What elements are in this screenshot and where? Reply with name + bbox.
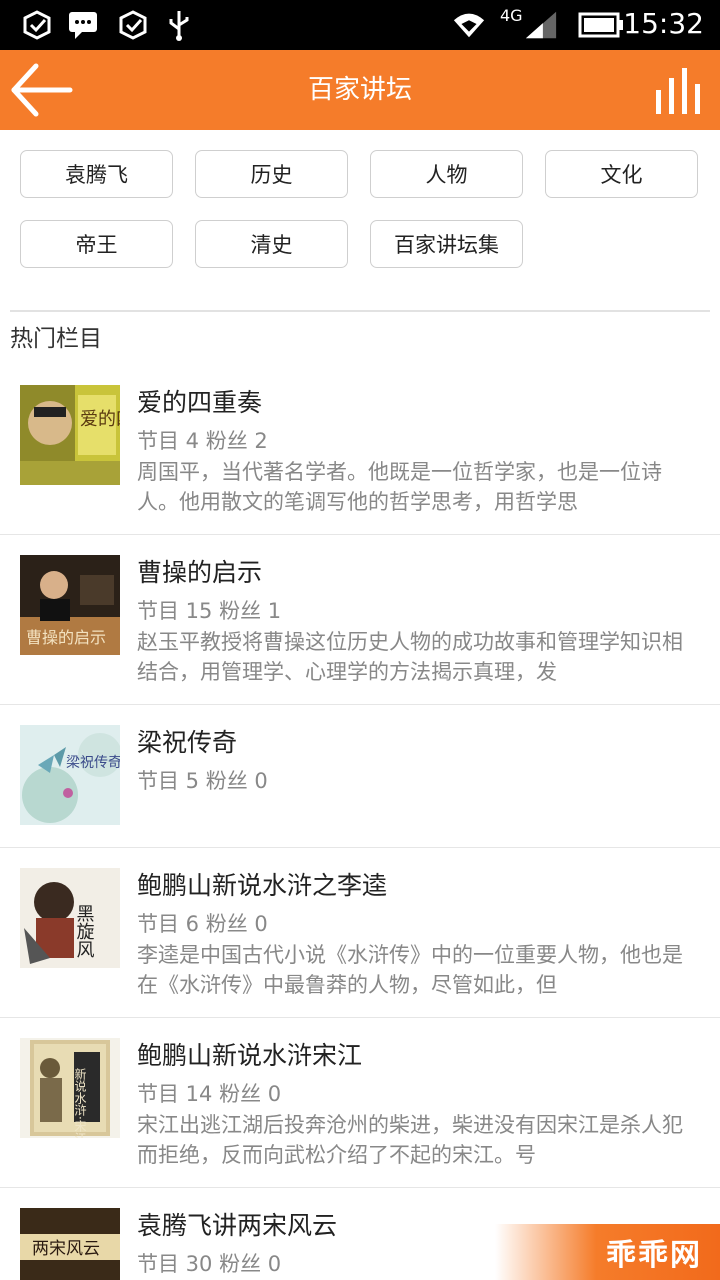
item-description: 宋江出逃江湖后投奔沧州的柴进，柴进没有因宋江是杀人犯而拒绝，反而向武松介绍了不起… — [137, 1113, 683, 1167]
item-description: 赵玉平教授将曹操这位历史人物的成功故事和管理学知识相结合，用管理学、心理学的方法… — [137, 630, 683, 684]
signal-icon — [524, 8, 558, 42]
cover-text: 两宋风云 — [32, 1239, 100, 1259]
tag-button[interactable]: 文化 — [545, 150, 698, 198]
item-description: 周国平，当代著名学者。他既是一位哲学家，也是一位诗人。他用散文的笔调写他的哲学思… — [137, 460, 662, 514]
cover-image: 爱的四重奏 — [20, 385, 120, 485]
tag-button[interactable]: 帝王 — [20, 220, 173, 268]
usb-icon — [162, 8, 196, 42]
battery-icon — [578, 8, 624, 42]
item-meta: 节目 5 粉丝 0 — [137, 769, 268, 793]
item-meta: 节目 30 粉丝 0 — [137, 1252, 282, 1276]
item-meta: 节目 14 粉丝 0 — [137, 1082, 282, 1106]
cover-text: 梁祝传奇 — [66, 754, 120, 771]
cover-text: 黑旋风 — [74, 904, 95, 958]
item-title: 鲍鹏山新说水浒之李逵 — [137, 871, 388, 900]
cover-text: 爱的四重奏 — [80, 409, 120, 430]
tag-button[interactable]: 袁腾飞 — [20, 150, 173, 198]
notification-check-icon — [116, 8, 150, 42]
watermark-text: 乖乖网 — [606, 1238, 702, 1273]
list-item[interactable]: 新说水浒·宋江 鲍鹏山新说水浒宋江 节目 14 粉丝 0 宋江出逃江湖后投奔沧州… — [0, 1018, 720, 1188]
item-title: 袁腾飞讲两宋风云 — [137, 1211, 338, 1240]
tag-button[interactable]: 人物 — [370, 150, 523, 198]
item-meta: 节目 15 粉丝 1 — [137, 599, 282, 623]
tag-button[interactable]: 清史 — [195, 220, 348, 268]
watermark-logo: 乖乖网 — [495, 1224, 720, 1280]
list-item[interactable]: 爱的四重奏 爱的四重奏 节目 4 粉丝 2 周国平，当代著名学者。他既是一位哲学… — [0, 365, 720, 535]
cover-image: 新说水浒·宋江 — [20, 1038, 120, 1138]
title-bar: 百家讲坛 — [0, 50, 720, 130]
equalizer-icon — [656, 68, 700, 114]
playing-button[interactable] — [652, 64, 708, 116]
list-item[interactable]: 曹操的启示 曹操的启示 节目 15 粉丝 1 赵玉平教授将曹操这位历史人物的成功… — [0, 535, 720, 705]
cover-image: 黑旋风 — [20, 868, 120, 968]
notification-check-icon — [20, 8, 54, 42]
section-title: 热门栏目 — [10, 326, 102, 352]
tag-button[interactable]: 百家讲坛集 — [370, 220, 523, 268]
cover-text: 新说水浒·宋江 — [73, 1067, 87, 1138]
item-title: 梁祝传奇 — [137, 728, 238, 757]
item-title: 鲍鹏山新说水浒宋江 — [137, 1041, 363, 1070]
item-meta: 节目 4 粉丝 2 — [137, 429, 268, 453]
status-bar: 4G 15:32 — [0, 0, 720, 50]
clock: 15:32 — [623, 7, 704, 40]
divider — [10, 310, 710, 312]
message-icon — [66, 8, 100, 42]
page-title: 百家讲坛 — [307, 75, 412, 105]
network-type-label: 4G — [500, 6, 523, 25]
item-title: 爱的四重奏 — [137, 388, 263, 417]
wifi-icon — [452, 8, 486, 42]
cover-image: 梁祝传奇 — [20, 725, 120, 825]
list-item[interactable]: 梁祝传奇 梁祝传奇 节目 5 粉丝 0 — [0, 705, 720, 848]
item-meta: 节目 6 粉丝 0 — [137, 912, 268, 936]
item-description: 李逵是中国古代小说《水浒传》中的一位重要人物，他也是在《水浒传》中最鲁莽的人物，… — [137, 943, 683, 997]
cover-text: 曹操的启示 — [26, 628, 106, 647]
item-title: 曹操的启示 — [137, 558, 263, 587]
list-item[interactable]: 黑旋风 鲍鹏山新说水浒之李逵 节目 6 粉丝 0 李逵是中国古代小说《水浒传》中… — [0, 848, 720, 1018]
cover-image: 两宋风云 — [20, 1208, 120, 1280]
cover-image: 曹操的启示 — [20, 555, 120, 655]
tag-button[interactable]: 历史 — [195, 150, 348, 198]
